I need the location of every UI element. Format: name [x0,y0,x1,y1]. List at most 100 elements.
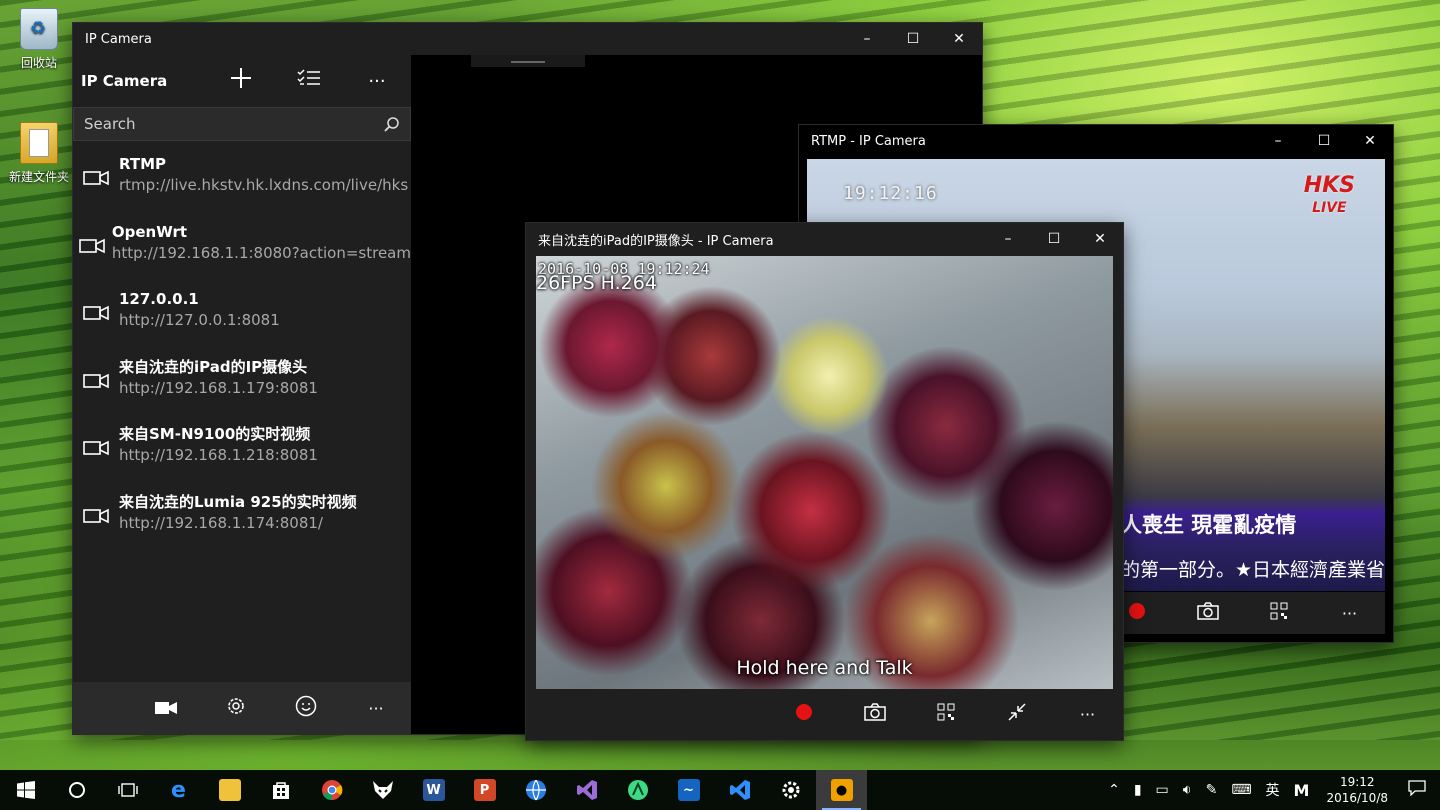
video-time-overlay: 19:12:16 [843,183,938,204]
taskbar-ip-camera[interactable]: ● [816,770,867,810]
clock[interactable]: 19:12 2016/10/8 [1316,774,1398,806]
collapse-arrows-icon [1007,703,1026,721]
qr-code-icon [1270,602,1287,619]
search-input[interactable]: Search [84,115,384,133]
task-view-icon [117,783,138,797]
keyboard-icon[interactable]: ⌨ [1224,782,1258,798]
pen-icon[interactable]: ✎ [1199,782,1225,798]
camera-name: 来自沈垚的iPad的IP摄像头 [119,357,308,376]
start-button[interactable] [0,770,51,810]
taskbar-fox-app[interactable] [357,770,408,810]
close-button[interactable]: ✕ [1347,125,1393,157]
camera-item-sm-n9100[interactable]: 来自SM-N9100的实时视频 http://192.168.1.218:8081 [73,417,411,485]
show-hidden-icons-button[interactable]: ⌃ [1101,782,1127,798]
desktop-icon-new-folder[interactable]: 新建文件夹 [4,122,74,185]
taskbar-globe-app[interactable] [510,770,561,810]
minimize-button[interactable]: – [1255,125,1301,157]
recycle-bin-icon [20,8,58,50]
record-icon [795,704,812,720]
clock-date: 2016/10/8 [1326,791,1388,805]
ime-mode-indicator[interactable]: M [1287,781,1317,800]
taskbar-visual-studio[interactable] [561,770,612,810]
more-button[interactable]: ··· [343,71,411,92]
camera-name: 来自沈垚的Lumia 925的实时视频 [119,492,357,511]
maximize-button[interactable]: ☐ [890,23,936,55]
desktop-icon-recycle-bin[interactable]: 回收站 [4,8,74,71]
maximize-button[interactable]: ☐ [1301,125,1347,157]
camera-button[interactable] [131,696,201,720]
camera-item-lumia[interactable]: 来自沈垚的Lumia 925的实时视频 http://192.168.1.174:… [73,485,411,553]
taskbar-edge[interactable]: e [153,770,204,810]
close-button[interactable]: ✕ [936,23,982,55]
ime-language-indicator[interactable]: 英 [1259,780,1287,800]
network-icon[interactable]: ▭ [1149,782,1176,798]
camera-url: http://192.168.1.218:8081 [119,446,318,464]
powerpoint-icon: P [473,779,496,801]
action-center-button[interactable] [1398,780,1440,800]
video-camera-icon [73,428,119,468]
taskbar: e W P ~ ● ⌃ ▮ ▭ 🔉︎ ✎ ⌨ 英 M 19:12 2016/10… [0,770,1440,810]
push-to-talk-area[interactable]: Hold here and Talk [536,657,1113,679]
taskbar-file-explorer[interactable] [204,770,255,810]
video-command-bar: ··· [526,689,1123,740]
news-ticker: 的第一部分。★日本經濟產業省 [1121,559,1385,581]
camera-url: http://192.168.1.174:8081/ [119,513,323,532]
maximize-button[interactable]: ☐ [1031,223,1077,255]
title-bar[interactable]: RTMP - IP Camera – ☐ ✕ [799,125,1393,157]
camera-item-ipad[interactable]: 来自沈垚的iPad的IP摄像头 http://192.168.1.179:8081 [73,350,411,418]
plus-icon [231,68,251,88]
minimize-button[interactable]: – [844,23,890,55]
title-bar[interactable]: 来自沈垚的iPad的IP摄像头 - IP Camera – ☐ ✕ [526,223,1123,255]
taskbar-powerpoint[interactable]: P [459,770,510,810]
taskbar-android-studio[interactable] [612,770,663,810]
camera-icon [1196,601,1219,620]
smiley-icon [295,695,317,716]
camera-icon [863,703,886,721]
more-button[interactable]: ··· [1052,705,1123,724]
notification-icon [1408,780,1426,797]
feedback-button[interactable] [271,695,341,722]
search-box[interactable]: Search [73,107,411,141]
record-button[interactable] [768,704,839,725]
battery-icon[interactable]: ▮ [1127,782,1149,798]
video-camera-icon [73,496,119,536]
compact-view-button[interactable] [981,702,1052,727]
ipad-video-feed[interactable]: 2016-10-08 19:12:24 26FPS H.264 Hold her… [536,256,1113,689]
select-button[interactable] [275,68,343,94]
more-button[interactable]: ··· [1314,604,1385,623]
close-button[interactable]: ✕ [1077,223,1123,255]
video-camera-icon [73,361,119,401]
minimize-button[interactable]: – [985,223,1031,255]
taskbar-blue-app[interactable]: ~ [663,770,714,810]
taskbar-word[interactable]: W [408,770,459,810]
camera-item-rtmp[interactable]: RTMP rtmp://live.hkstv.hk.lxdns.com/live/… [73,147,411,215]
taskbar-store[interactable] [255,770,306,810]
taskbar-vscode[interactable] [714,770,765,810]
qr-code-button[interactable] [910,703,981,726]
more-button[interactable]: ··· [341,699,411,718]
settings-button[interactable] [201,695,271,722]
camera-item-openwrt[interactable]: OpenWrt http://192.168.1.1:8080?action=st… [73,215,411,283]
visual-studio-icon [576,780,597,800]
snapshot-button[interactable] [1172,601,1243,625]
search-icon[interactable] [384,116,400,132]
title-bar[interactable]: IP Camera – ☐ ✕ [73,23,982,55]
snapshot-button[interactable] [839,703,910,726]
taskbar-settings[interactable] [765,770,816,810]
camera-item-localhost[interactable]: 127.0.0.1 http://127.0.0.1:8081 [73,282,411,350]
window-title: IP Camera [85,31,152,47]
store-bag-icon [272,782,289,799]
add-camera-button[interactable] [207,67,275,95]
record-icon [1128,602,1145,619]
sidebar-command-bar: ··· [73,682,411,734]
window-title: 来自沈垚的iPad的IP摄像头 - IP Camera [538,233,774,249]
task-view-button[interactable] [102,770,153,810]
volume-icon[interactable]: 🔉︎ [1176,782,1199,798]
pane-grip-handle[interactable] [471,55,585,67]
cortana-button[interactable] [51,770,102,810]
windows-logo-icon [16,781,35,799]
camera-name: 来自SM-N9100的实时视频 [119,425,311,443]
taskbar-chrome[interactable] [306,770,357,810]
qr-code-button[interactable] [1243,602,1314,625]
camera-name: OpenWrt [111,222,188,241]
